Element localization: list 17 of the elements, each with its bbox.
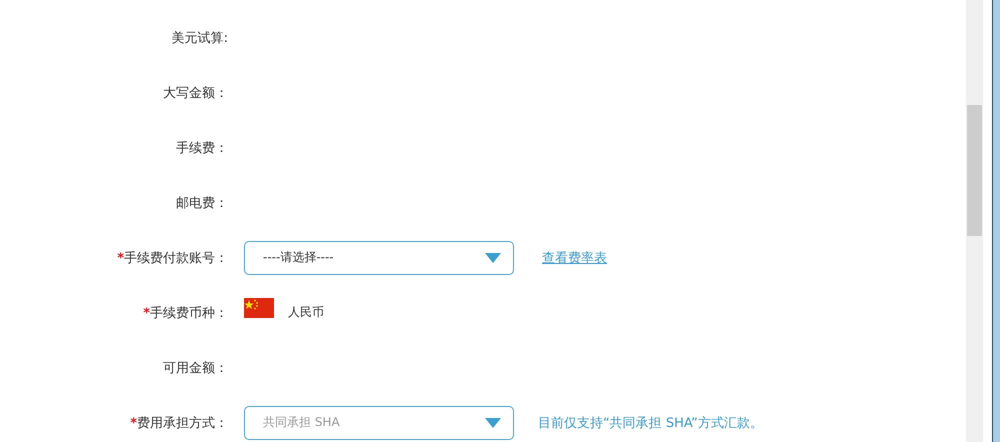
scrollbar[interactable] xyxy=(966,0,983,442)
field-label: 手续费： xyxy=(176,140,228,156)
field-label: *费用承担方式： xyxy=(130,414,228,432)
dropdown-select[interactable]: ----请选择---- xyxy=(244,240,514,274)
caret-icon xyxy=(485,418,501,428)
currency-name: 人民币 xyxy=(288,304,324,321)
caret-icon xyxy=(485,252,501,262)
field-label: *手续费付款账号： xyxy=(117,250,228,266)
field-label: 邮电费： xyxy=(176,194,228,212)
field-label: 可用金额： xyxy=(163,360,228,376)
field-label: 美元试算: xyxy=(172,30,228,46)
hint-text: 目前仅支持“共同承担 SHA”方式汇款。 xyxy=(537,414,764,432)
field-label: 大写金额： xyxy=(163,84,228,102)
scroll-thumb[interactable] xyxy=(967,105,982,236)
rate-table-link[interactable]: 查看费率表 xyxy=(542,248,966,266)
flag-icon xyxy=(244,298,274,318)
field-label: *手续费币种： xyxy=(143,304,228,322)
